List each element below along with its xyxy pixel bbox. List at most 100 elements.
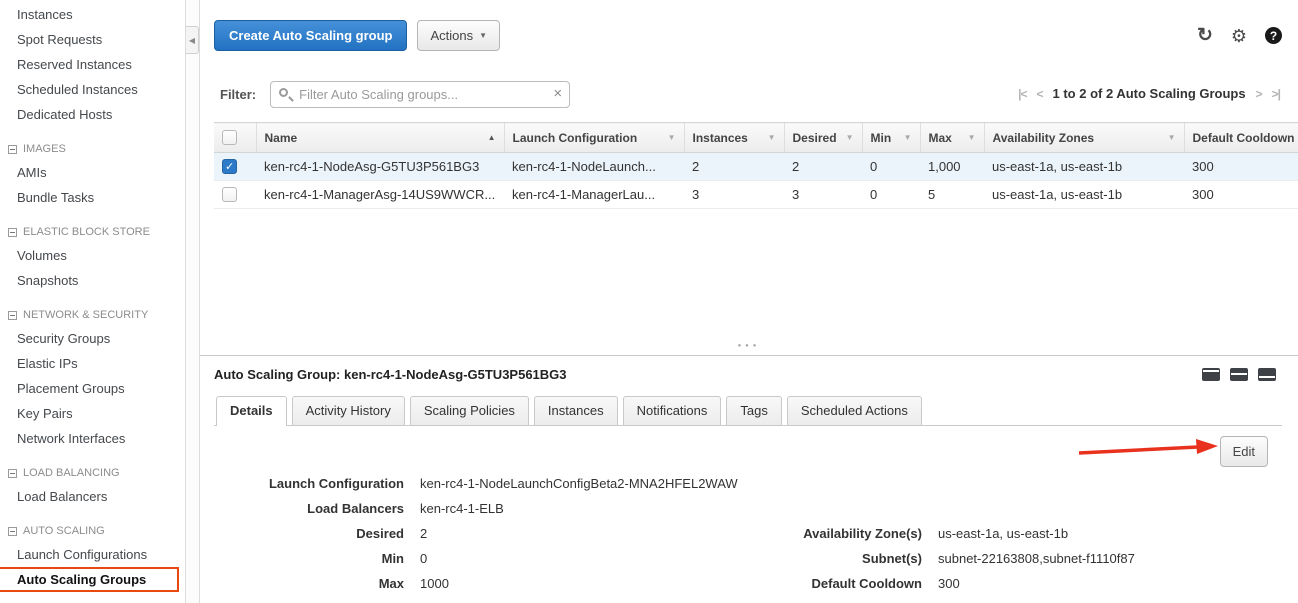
cell-availability-zones: us-east-1a, us-east-1b	[984, 153, 1184, 181]
sidebar-item-placement-groups[interactable]: Placement Groups	[0, 376, 185, 401]
sidebar-section-images[interactable]: IMAGES	[0, 137, 185, 160]
tab-scheduled-actions[interactable]: Scheduled Actions	[787, 396, 922, 425]
edit-button[interactable]: Edit	[1220, 436, 1268, 467]
last-page-icon[interactable]: >|	[1272, 87, 1280, 101]
cell-min: 0	[862, 181, 920, 209]
sidebar-item-bundle-tasks[interactable]: Bundle Tasks	[0, 185, 185, 210]
chevron-down-icon: ▼	[479, 31, 487, 40]
details-fields-right: Availability Zone(s) us-east-1a, us-east…	[738, 526, 1135, 603]
tab-instances[interactable]: Instances	[534, 396, 618, 425]
sort-caret-icon: ▼	[904, 133, 912, 142]
tab-notifications[interactable]: Notifications	[623, 396, 722, 425]
search-box: ×	[270, 81, 570, 108]
sidebar-item-auto-scaling-groups[interactable]: Auto Scaling Groups	[0, 567, 179, 592]
column-header-desired[interactable]: Desired ▼	[784, 123, 862, 153]
field-value: subnet-22163808,subnet-f1110f87	[938, 551, 1135, 566]
tab-tags[interactable]: Tags	[726, 396, 781, 425]
sidebar-section-network-security[interactable]: NETWORK & SECURITY	[0, 303, 185, 326]
gear-icon[interactable]: ⚙	[1231, 27, 1247, 45]
row-checkbox[interactable]	[222, 187, 237, 202]
field-value: 300	[938, 576, 960, 591]
column-header-launch-configuration[interactable]: Launch Configuration ▼	[504, 123, 684, 153]
sidebar-section-elastic-block-store[interactable]: ELASTIC BLOCK STORE	[0, 220, 185, 243]
column-label: Min	[871, 131, 892, 145]
details-fields: Launch Configuration ken-rc4-1-NodeLaunc…	[218, 476, 1282, 603]
cell-default-cooldown: 300	[1184, 181, 1298, 209]
sidebar-item-spot-requests[interactable]: Spot Requests	[0, 27, 185, 52]
column-header-max[interactable]: Max ▼	[920, 123, 984, 153]
next-page-icon[interactable]: >	[1256, 87, 1262, 101]
select-all-checkbox[interactable]	[222, 130, 237, 145]
app-window: Instances Spot Requests Reserved Instanc…	[0, 0, 1298, 603]
sidebar-item-snapshots[interactable]: Snapshots	[0, 268, 185, 293]
refresh-icon[interactable]: ↻	[1197, 26, 1213, 45]
panel-resize-handle[interactable]: ●●●	[738, 343, 761, 349]
clear-filter-icon[interactable]: ×	[553, 85, 562, 102]
cell-desired: 2	[784, 153, 862, 181]
column-header-default-cooldown[interactable]: Default Cooldown	[1184, 123, 1298, 153]
sidebar-item-load-balancers[interactable]: Load Balancers	[0, 484, 185, 509]
previous-page-icon[interactable]: <	[1037, 87, 1043, 101]
collapse-section-icon	[8, 527, 17, 536]
auto-scaling-groups-table: Name ▲ Launch Configuration ▼ Instances	[214, 122, 1298, 209]
layout-bottom-pane-icon[interactable]	[1258, 368, 1276, 381]
field-subnets: Subnet(s) subnet-22163808,subnet-f1110f8…	[738, 551, 1135, 576]
sidebar-splitter[interactable]: ◀	[185, 0, 200, 603]
cell-name: ken-rc4-1-NodeAsg-G5TU3P561BG3	[256, 153, 504, 181]
collapse-section-icon	[8, 469, 17, 478]
sidebar-item-key-pairs[interactable]: Key Pairs	[0, 401, 185, 426]
field-label: Desired	[218, 526, 404, 541]
table-row[interactable]: ken-rc4-1-NodeAsg-G5TU3P561BG3 ken-rc4-1…	[214, 153, 1298, 181]
tab-scaling-policies[interactable]: Scaling Policies	[410, 396, 529, 425]
field-value: us-east-1a, us-east-1b	[938, 526, 1068, 541]
table-row[interactable]: ken-rc4-1-ManagerAsg-14US9WWCR... ken-rc…	[214, 181, 1298, 209]
field-label: Subnet(s)	[738, 551, 922, 566]
sidebar-collapse-button[interactable]: ◀	[186, 26, 199, 54]
sidebar-item-security-groups[interactable]: Security Groups	[0, 326, 185, 351]
sidebar-section-load-balancing[interactable]: LOAD BALANCING	[0, 461, 185, 484]
column-header-name[interactable]: Name ▲	[256, 123, 504, 153]
row-checkbox-checked[interactable]	[222, 159, 237, 174]
sidebar-item-amis[interactable]: AMIs	[0, 160, 185, 185]
sidebar-section-label: AUTO SCALING	[23, 524, 105, 539]
first-page-icon[interactable]: |<	[1018, 87, 1026, 101]
sidebar-item-reserved-instances[interactable]: Reserved Instances	[0, 52, 185, 77]
field-label: Max	[218, 576, 404, 591]
cell-launch-configuration: ken-rc4-1-ManagerLau...	[504, 181, 684, 209]
tab-activity-history[interactable]: Activity History	[292, 396, 405, 425]
sidebar-item-launch-configurations[interactable]: Launch Configurations	[0, 542, 185, 567]
actions-button[interactable]: Actions ▼	[417, 20, 500, 51]
column-label: Default Cooldown	[1193, 131, 1295, 145]
field-value: 2	[420, 526, 427, 541]
sidebar-item-scheduled-instances[interactable]: Scheduled Instances	[0, 77, 185, 102]
column-header-select-all[interactable]	[214, 123, 256, 153]
filter-input[interactable]	[270, 81, 570, 108]
layout-split-pane-icon[interactable]	[1230, 368, 1248, 381]
cell-max: 1,000	[920, 153, 984, 181]
column-header-availability-zones[interactable]: Availability Zones ▼	[984, 123, 1184, 153]
field-label: Default Cooldown	[738, 576, 922, 591]
help-icon[interactable]: ?	[1265, 27, 1282, 44]
sidebar-item-dedicated-hosts[interactable]: Dedicated Hosts	[0, 102, 185, 127]
field-value: ken-rc4-1-ELB	[420, 501, 504, 516]
cell-launch-configuration: ken-rc4-1-NodeLaunch...	[504, 153, 684, 181]
sidebar-item-network-interfaces[interactable]: Network Interfaces	[0, 426, 185, 451]
column-header-instances[interactable]: Instances ▼	[684, 123, 784, 153]
sidebar-item-instances[interactable]: Instances	[0, 2, 185, 27]
layout-full-pane-icon[interactable]	[1202, 368, 1220, 381]
field-launch-configuration: Launch Configuration ken-rc4-1-NodeLaunc…	[218, 476, 1282, 501]
sidebar-section-auto-scaling[interactable]: AUTO SCALING	[0, 519, 185, 542]
cell-select	[214, 153, 256, 181]
column-header-min[interactable]: Min ▼	[862, 123, 920, 153]
chevron-left-icon: ◀	[189, 36, 195, 45]
sidebar-item-elastic-ips[interactable]: Elastic IPs	[0, 351, 185, 376]
field-value: 1000	[420, 576, 449, 591]
tab-details[interactable]: Details	[216, 396, 287, 425]
sort-caret-icon: ▼	[1168, 133, 1176, 142]
cell-instances: 3	[684, 181, 784, 209]
create-auto-scaling-group-button[interactable]: Create Auto Scaling group	[214, 20, 407, 51]
collapse-section-icon	[8, 311, 17, 320]
column-label: Launch Configuration	[513, 131, 638, 145]
sidebar-item-volumes[interactable]: Volumes	[0, 243, 185, 268]
cell-availability-zones: us-east-1a, us-east-1b	[984, 181, 1184, 209]
